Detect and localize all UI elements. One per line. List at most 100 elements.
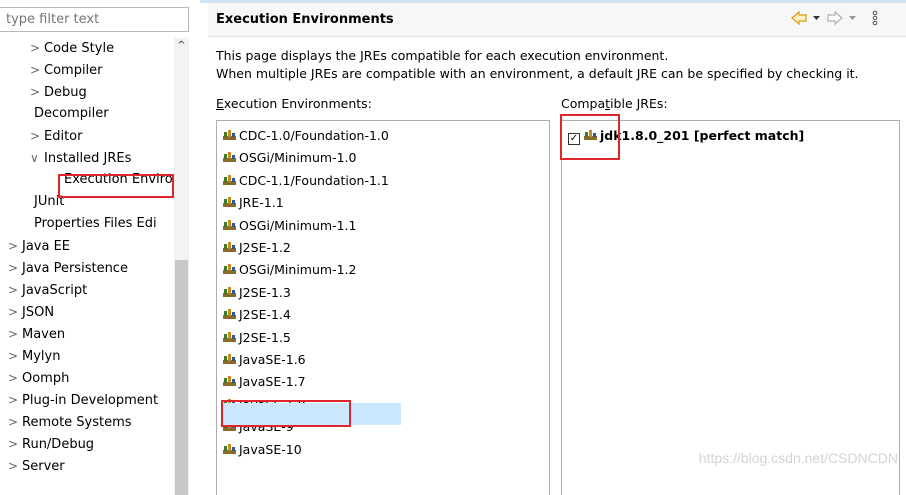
jre-label-pre: Compa (561, 96, 606, 111)
tree-item-label: Mylyn (22, 349, 61, 364)
environment-label: J2SE-1.4 (239, 307, 291, 323)
jre-label: jdk1.8.0_201 [perfect match] (600, 128, 805, 143)
tree-item[interactable]: > Mylyn (8, 345, 60, 367)
environment-item[interactable]: J2SE-1.4 (223, 304, 291, 326)
view-menu-icon[interactable] (872, 10, 878, 26)
environment-label: CDC-1.1/Foundation-1.1 (239, 172, 389, 188)
tree-item[interactable]: > Oomph (8, 367, 69, 389)
collapsed-chevron-icon[interactable]: > (8, 323, 22, 345)
environment-item[interactable]: JRE-1.1 (223, 192, 284, 214)
environment-item[interactable]: JavaSE-1.7 (223, 371, 306, 393)
tree-item-label: Properties Files Edi (34, 216, 157, 231)
collapsed-chevron-icon[interactable]: > (30, 125, 44, 147)
expanded-chevron-icon[interactable]: ∨ (30, 147, 44, 169)
collapsed-chevron-icon[interactable]: > (30, 81, 44, 103)
environment-item[interactable]: J2SE-1.3 (223, 282, 291, 304)
filter-input[interactable] (0, 7, 189, 32)
collapsed-chevron-icon[interactable]: > (8, 433, 22, 455)
compatible-jres-list[interactable]: ✓ jdk1.8.0_201 [perfect match] (561, 120, 900, 495)
environments-list[interactable]: CDC-1.0/Foundation-1.0 OSGi/Minimum-1.0 CD… (216, 120, 550, 495)
collapsed-chevron-icon[interactable]: > (8, 279, 22, 301)
tree-item-label: Maven (22, 327, 66, 342)
environment-label: OSGi/Minimum-1.0 (239, 150, 357, 166)
forward-arrow-icon[interactable] (827, 10, 843, 26)
tree-item[interactable]: > Editor (30, 125, 82, 147)
forward-dropdown-icon[interactable] (849, 16, 856, 20)
header-divider (208, 36, 906, 37)
collapsed-chevron-icon[interactable]: > (8, 455, 22, 477)
back-dropdown-icon[interactable] (813, 16, 820, 20)
scroll-up-icon[interactable]: ^ (174, 38, 189, 54)
preferences-tree-panel: ^ >Code Style>Compiler>DebugDecompiler>E… (0, 0, 200, 495)
environment-item[interactable]: OSGi/Minimum-1.2 (223, 259, 356, 281)
collapsed-chevron-icon[interactable]: > (30, 37, 44, 59)
description-line-2: When multiple JREs are compatible with a… (216, 66, 859, 81)
environment-item[interactable]: JavaSE-10 (223, 439, 302, 461)
tree-item[interactable]: > Code Style (30, 37, 114, 59)
collapsed-chevron-icon[interactable]: > (8, 389, 22, 411)
tree-item[interactable]: > Maven (8, 323, 65, 345)
tree-item-label: Oomph (22, 371, 70, 386)
jre-library-icon (223, 242, 236, 252)
environment-label: OSGi/Minimum-1.2 (239, 262, 357, 278)
tree-item[interactable]: > Plug-in Development (8, 389, 158, 411)
tree-item-label: Run/Debug (22, 437, 95, 452)
environment-item[interactable]: J2SE-1.2 (223, 237, 291, 259)
collapsed-chevron-icon[interactable]: > (8, 345, 22, 367)
tree-item[interactable]: > JavaScript (8, 279, 87, 301)
env-label-text: xecution Environments: (223, 96, 372, 111)
jre-library-icon (223, 197, 236, 208)
annotation-box-env (221, 400, 351, 427)
tree-item-label: Java Persistence (22, 261, 128, 276)
tree-item[interactable]: ∨ Installed JREs (30, 147, 131, 169)
tree-item-label: Decompiler (34, 106, 109, 121)
tree-scroll-thumb[interactable] (175, 260, 188, 495)
tree-item-label: Code Style (44, 41, 115, 56)
jre-library-icon (223, 219, 236, 230)
collapsed-chevron-icon[interactable]: > (8, 235, 22, 257)
jre-library-icon (223, 443, 236, 454)
jre-library-icon (223, 264, 236, 275)
jre-library-icon (223, 130, 236, 140)
tree-item[interactable]: > Server (8, 455, 65, 477)
tree-item[interactable]: > Run/Debug (8, 433, 94, 455)
tree-item[interactable]: > Remote Systems (8, 411, 132, 433)
back-arrow-icon[interactable] (791, 10, 807, 26)
tree-item[interactable]: > Compiler (30, 59, 103, 81)
environment-item[interactable]: JavaSE-1.6 (223, 349, 306, 371)
tree-item-label: Editor (44, 129, 83, 144)
environment-label: CDC-1.0/Foundation-1.0 (239, 128, 389, 143)
jre-library-icon (223, 174, 236, 185)
environment-label: JavaSE-1.6 (239, 352, 306, 367)
environment-item[interactable]: CDC-1.1/Foundation-1.1 (223, 170, 389, 192)
collapsed-chevron-icon[interactable]: > (8, 301, 22, 323)
environment-item[interactable]: OSGi/Minimum-1.0 (223, 147, 356, 169)
tree-item-label: Compiler (44, 63, 103, 78)
collapsed-chevron-icon[interactable]: > (30, 59, 44, 81)
tree-item-label: Remote Systems (22, 415, 132, 430)
environment-item[interactable]: CDC-1.0/Foundation-1.0 (223, 125, 389, 147)
tree-item[interactable]: Decompiler (34, 103, 109, 125)
annotation-box-tree (58, 174, 174, 198)
environment-label: J2SE-1.5 (239, 329, 291, 345)
jre-library-icon (223, 286, 236, 297)
environment-label: JRE-1.1 (239, 195, 284, 211)
tree-item-label: Java EE (22, 239, 71, 254)
environment-item[interactable]: OSGi/Minimum-1.1 (223, 215, 356, 237)
tree-item[interactable]: > JSON (8, 301, 54, 323)
annotation-box-jre (560, 114, 620, 160)
jre-library-icon (223, 354, 236, 364)
collapsed-chevron-icon[interactable]: > (8, 367, 22, 389)
description-line-1: This page displays the JREs compatible f… (216, 48, 669, 63)
tree-item[interactable]: > Debug (30, 81, 87, 103)
tree-item-label: Debug (44, 85, 87, 100)
tree-item-label: Plug-in Development (22, 393, 159, 408)
tree-item[interactable]: > Java Persistence (8, 257, 128, 279)
tree-item[interactable]: Properties Files Edi (34, 213, 157, 235)
tree-item[interactable]: > Java EE (8, 235, 70, 257)
collapsed-chevron-icon[interactable]: > (8, 411, 22, 433)
jre-library-icon (223, 376, 236, 387)
jre-library-icon (223, 309, 236, 320)
collapsed-chevron-icon[interactable]: > (8, 257, 22, 279)
environment-item[interactable]: J2SE-1.5 (223, 327, 291, 349)
